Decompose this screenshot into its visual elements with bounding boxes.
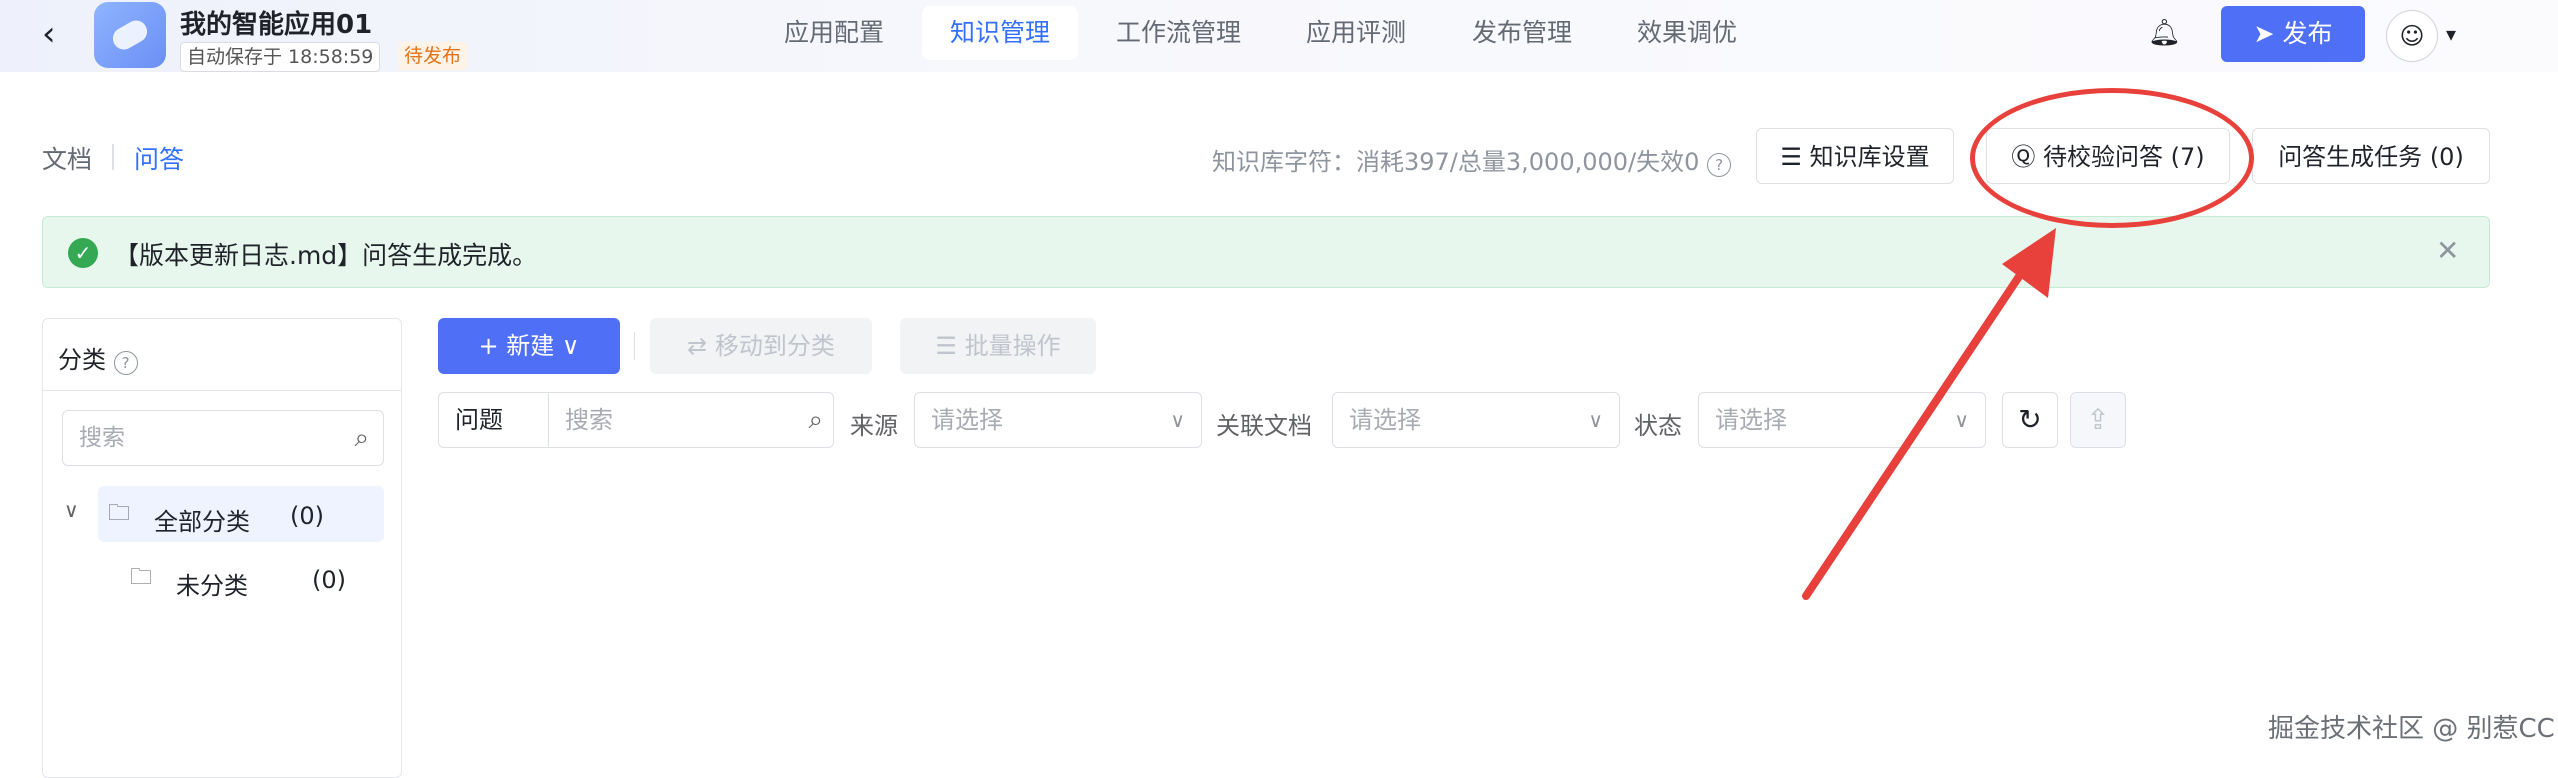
kb-usage-text: 知识库字符：消耗397/总量3,000,000/失效0 xyxy=(1212,148,1700,176)
batch-label: 批量操作 xyxy=(964,332,1061,360)
divider xyxy=(43,390,401,391)
divider xyxy=(634,332,635,360)
move-to-category-button[interactable]: ⇄ 移动到分类 xyxy=(650,318,872,374)
source-select[interactable]: 请选择 ∨ xyxy=(914,392,1202,448)
question-filter-label: 问题 xyxy=(438,392,548,448)
category-title-label: 分类 xyxy=(58,346,106,374)
new-label: 新建 xyxy=(506,332,555,360)
publish-button[interactable]: ➤ 发布 xyxy=(2221,6,2365,62)
chevron-down-icon: ∨ xyxy=(1170,408,1185,432)
tab-qa[interactable]: 问答 xyxy=(134,140,184,176)
search-icon[interactable]: ⌕ xyxy=(808,393,823,447)
tab-evaluation[interactable]: 应用评测 xyxy=(1306,6,1406,60)
doc-filter-label: 关联文档 xyxy=(1216,412,1312,440)
tree-count-all: (0) xyxy=(290,502,324,530)
chevron-down-icon[interactable]: ∨ xyxy=(64,498,79,522)
status-filter-label: 状态 xyxy=(1634,412,1682,440)
bell-icon[interactable]: 🔔︎ xyxy=(2148,18,2181,48)
highlight-circle xyxy=(1970,88,2254,228)
category-title: 分类 ? xyxy=(58,340,138,375)
kb-settings-button[interactable]: ☰ 知识库设置 xyxy=(1756,128,1954,184)
divider xyxy=(112,144,114,170)
tab-publish-manage[interactable]: 发布管理 xyxy=(1472,6,1572,60)
status-badge: 待发布 xyxy=(398,42,468,70)
help-icon[interactable]: ? xyxy=(113,351,138,375)
tree-item-uncategorized[interactable]: 未分类 xyxy=(176,566,248,601)
source-filter-label: 来源 xyxy=(850,412,898,440)
tab-app-config[interactable]: 应用配置 xyxy=(784,6,884,60)
category-panel xyxy=(42,318,402,778)
document-icon: ☰ xyxy=(1780,143,1810,171)
check-circle-icon: ✓ xyxy=(68,238,98,268)
caret-down-icon[interactable]: ▾ xyxy=(2446,22,2456,46)
kb-usage-info: 知识库字符：消耗397/总量3,000,000/失效0 ? xyxy=(1212,142,1732,177)
folder-icon: 🗀︎ xyxy=(108,501,131,526)
source-placeholder: 请选择 xyxy=(931,406,1003,434)
app-logo xyxy=(94,2,166,68)
move-label: 移动到分类 xyxy=(714,332,835,360)
folder-icon: 🗀︎ xyxy=(130,565,153,590)
kb-settings-label: 知识库设置 xyxy=(1809,143,1930,171)
new-button[interactable]: + 新建 ∨ xyxy=(438,318,620,374)
doc-select[interactable]: 请选择 ∨ xyxy=(1332,392,1620,448)
batch-operation-button[interactable]: ☰ 批量操作 xyxy=(900,318,1096,374)
tree-count-uncategorized: (0) xyxy=(312,566,346,594)
app-title: 我的智能应用01 xyxy=(180,10,373,40)
tab-workflow[interactable]: 工作流管理 xyxy=(1116,6,1241,60)
search-icon[interactable]: ⌕ xyxy=(354,411,369,465)
publish-label: 发布 xyxy=(2282,19,2333,48)
annotation-arrow xyxy=(1802,228,2056,600)
category-search-input[interactable]: 搜索 ⌕ xyxy=(62,410,384,466)
question-placeholder: 搜索 xyxy=(565,406,613,434)
watermark: 掘金技术社区 @ 别惹CC xyxy=(2268,714,2555,744)
search-placeholder: 搜索 xyxy=(79,425,125,451)
qa-tasks-button[interactable]: 问答生成任务 (0) xyxy=(2252,128,2490,184)
tab-knowledge[interactable]: 知识管理 xyxy=(922,6,1079,60)
chevron-down-icon: ∨ xyxy=(1588,408,1603,432)
tab-tuning[interactable]: 效果调优 xyxy=(1637,6,1737,60)
help-icon[interactable]: ? xyxy=(1707,153,1732,177)
user-icon[interactable]: ☺ xyxy=(2386,10,2438,62)
close-icon[interactable]: ✕ xyxy=(2436,234,2459,267)
qa-tasks-label: 问答生成任务 (0) xyxy=(2278,143,2464,171)
status-placeholder: 请选择 xyxy=(1715,406,1787,434)
chevron-down-icon: ∨ xyxy=(554,332,580,360)
plus-icon: + xyxy=(478,332,507,360)
doc-placeholder: 请选择 xyxy=(1349,406,1421,434)
swap-icon: ⇄ xyxy=(687,332,715,360)
back-icon[interactable]: ‹ xyxy=(42,14,56,54)
list-check-icon: ☰ xyxy=(935,332,965,360)
tree-label-all: 全部分类 xyxy=(154,508,250,536)
question-search-input[interactable]: 搜索 ⌕ xyxy=(548,392,834,448)
send-icon: ➤ xyxy=(2253,19,2283,48)
alert-message: 【版本更新日志.md】问答生成完成。 xyxy=(114,241,538,270)
tab-documents[interactable]: 文档 xyxy=(42,140,92,176)
autosave-text: 自动保存于 18:58:59 xyxy=(180,42,381,72)
